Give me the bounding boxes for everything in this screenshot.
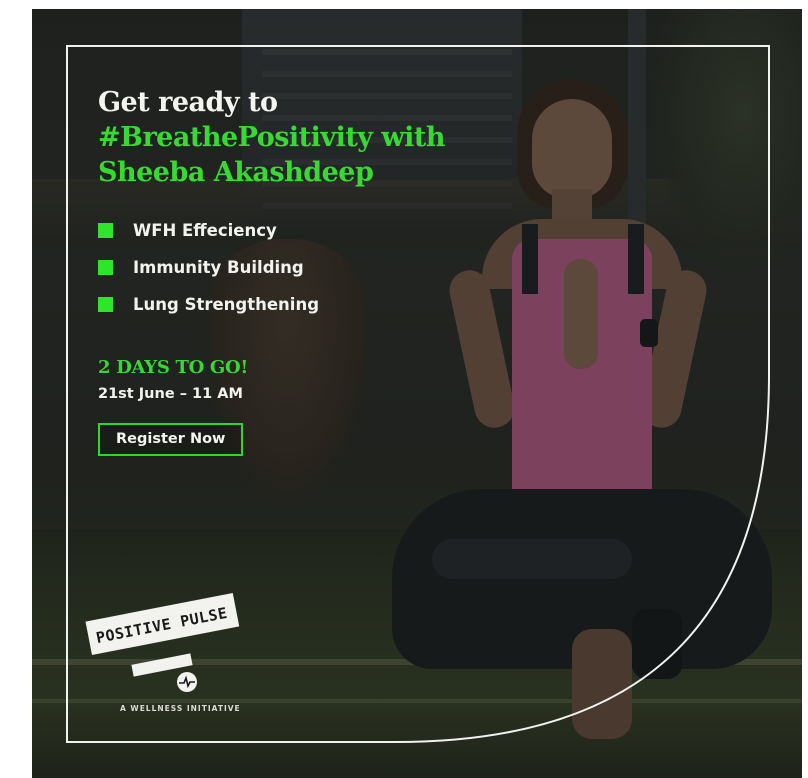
headline: Get ready to #BreathePositivity with She…: [98, 85, 518, 190]
headline-line-3: Sheeba Akashdeep: [98, 157, 374, 188]
event-banner: Get ready to #BreathePositivity with She…: [32, 9, 802, 778]
green-square-bullet-icon: [98, 260, 113, 275]
green-square-bullet-icon: [98, 223, 113, 238]
feature-label: Immunity Building: [133, 258, 304, 277]
headline-line-1: Get ready to: [98, 87, 278, 118]
feature-item: Lung Strengthening: [98, 286, 518, 323]
positive-pulse-logo: POSITIVE PULSE A WELLNESS INITIATIVE: [85, 593, 252, 721]
feature-item: Immunity Building: [98, 249, 518, 286]
register-now-button[interactable]: Register Now: [98, 423, 244, 456]
feature-label: WFH Effeciency: [133, 221, 277, 240]
feature-label: Lung Strengthening: [133, 295, 320, 314]
heartbeat-icon: [177, 672, 197, 692]
event-details: Get ready to #BreathePositivity with She…: [98, 85, 518, 456]
headline-line-2: #BreathePositivity with: [98, 122, 446, 153]
event-date-time: 21st June – 11 AM: [98, 386, 243, 402]
feature-item: WFH Effeciency: [98, 212, 518, 249]
green-square-bullet-icon: [98, 297, 113, 312]
logo-tagline: A WELLNESS INITIATIVE: [120, 704, 241, 713]
countdown-text: 2 DAYS TO GO!: [98, 357, 248, 378]
feature-list: WFH Effeciency Immunity Building Lung St…: [98, 212, 518, 323]
